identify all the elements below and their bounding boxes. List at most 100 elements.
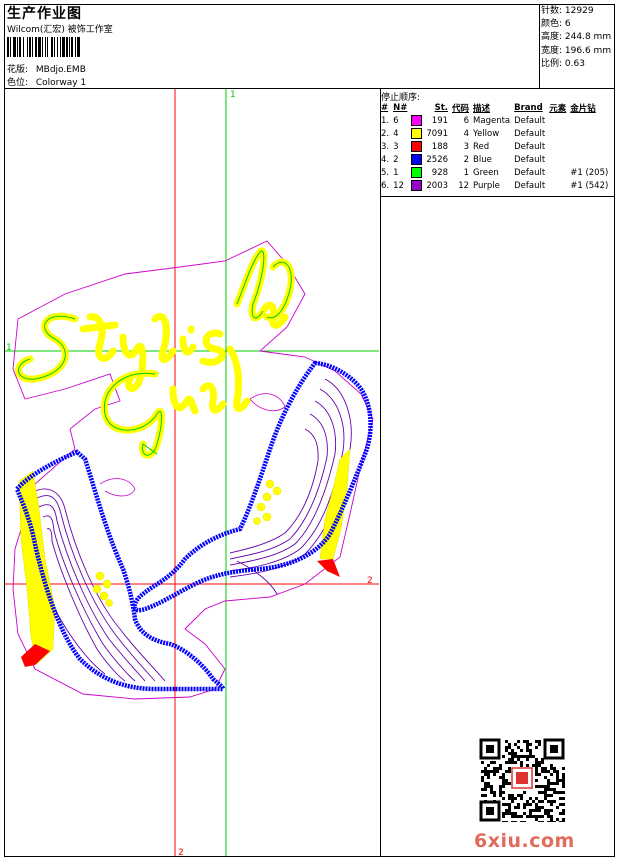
cell-st: 191 [431, 115, 449, 126]
cell-st: 2526 [426, 154, 449, 165]
cell-n: 1 [393, 167, 399, 178]
stat-label: 颜色: [541, 19, 563, 30]
cell-desc: Magenta [473, 115, 511, 126]
cell-index: 6. [381, 180, 390, 191]
cell-swatch [410, 127, 425, 140]
guide-label-red-h: 2 [367, 576, 373, 586]
color-swatch [411, 115, 423, 126]
cell-desc: Green [473, 167, 499, 178]
cell-sequin: #1 (542) [570, 180, 609, 191]
color-swatch [411, 141, 423, 152]
color-swatch [411, 180, 423, 191]
embroidery-design-preview: 1 1 2 2 [5, 89, 379, 856]
cell-st: 7091 [426, 128, 449, 139]
design-file-label: 花版: [7, 65, 29, 75]
red-heel-right [317, 559, 340, 577]
cell-index: 1. [381, 115, 390, 126]
cell-st: 928 [431, 167, 449, 178]
cell-index: 5. [381, 167, 390, 178]
cell-st: 188 [431, 141, 449, 152]
qr-stamp-logo [516, 772, 528, 784]
stat-row: 宽度: 196.6 mm [541, 45, 611, 58]
colorway-row: 色位: Colorway 1 [7, 75, 86, 88]
cell-brand: Default [514, 128, 546, 139]
guide-label-red-v: 2 [178, 848, 184, 856]
cell-swatch [410, 140, 425, 153]
col-desc: 描述 [473, 103, 491, 114]
stat-row: 高度: 244.8 mm [541, 31, 611, 44]
cell-element [548, 114, 569, 127]
cell-element [548, 153, 569, 166]
stat-value: 244.8 mm [564, 32, 612, 43]
subtitle: Wilcom(汇宏) 被饰工作室 [7, 25, 113, 35]
table-row: 3. 3 188 3 Red Default [380, 140, 611, 153]
cell-swatch [410, 153, 425, 166]
col-element: 元素 [549, 103, 567, 114]
cell-sequin [569, 114, 611, 127]
table-row: 1. 6 191 6 Magenta Default [380, 114, 611, 127]
cell-desc: Blue [473, 154, 492, 165]
cell-brand: Default [514, 167, 546, 178]
colorway-value: Colorway 1 [35, 78, 87, 88]
cell-element [548, 140, 569, 153]
design-file-value: MBdjo.EMB [35, 65, 86, 75]
cell-code: 2 [463, 154, 470, 165]
cell-code: 4 [463, 128, 470, 139]
cell-swatch [410, 114, 425, 127]
stat-row: 针数: 12929 [541, 5, 611, 18]
cell-index: 3. [381, 141, 390, 152]
stops-divider [380, 196, 615, 197]
stop-sequence-table: # N# St. 代码 描述 Brand 元素 金片钻 1. 6 191 6 Magen… [380, 101, 611, 192]
barcode-image [7, 37, 80, 57]
cell-n: 6 [393, 115, 399, 126]
cell-brand: Default [514, 154, 546, 165]
green-lettering-centerline [18, 250, 292, 456]
cell-swatch [410, 166, 425, 179]
cell-swatch [410, 179, 425, 192]
table-row: 5. 1 928 1 Green Default #1 (205) [380, 166, 611, 179]
page-title: 生产作业图 [7, 6, 82, 22]
color-swatch [411, 154, 423, 165]
cell-desc: Red [473, 141, 490, 152]
design-file-row: 花版: MBdjo.EMB [7, 62, 86, 75]
cell-brand: Default [514, 115, 546, 126]
table-row: 6. 12 2003 12 Purple Default #1 (542) [380, 179, 611, 192]
colorway-label: 色位: [7, 78, 29, 88]
cell-desc: Purple [473, 180, 500, 191]
cell-desc: Yellow [473, 128, 500, 139]
stat-row: 比例: 0.63 [541, 58, 611, 71]
color-swatch [411, 128, 423, 139]
qr-code [479, 738, 565, 822]
cell-element [548, 179, 569, 192]
cell-n: 2 [393, 154, 399, 165]
cell-n: 4 [393, 128, 399, 139]
stat-label: 针数: [541, 6, 563, 16]
stats-divider [539, 5, 540, 88]
cell-sequin [569, 153, 611, 166]
stats-panel: 针数: 12929 颜色: 6 高度: 244.8 mm 宽度: 196.6 m… [541, 5, 611, 71]
col-swatch [410, 101, 425, 114]
stat-label: 比例: [541, 58, 563, 69]
cell-index: 2. [381, 128, 390, 139]
cell-code: 12 [458, 180, 470, 191]
stat-value: 12929 [564, 6, 594, 16]
stat-label: 高度: [541, 32, 563, 43]
cell-code: 3 [463, 141, 470, 152]
cell-brand: Default [514, 141, 546, 152]
color-swatch [411, 167, 423, 178]
col-st: St. [434, 102, 449, 113]
col-code: 代码 [452, 103, 470, 114]
stat-row: 颜色: 6 [541, 18, 611, 31]
col-index: # [381, 102, 389, 113]
col-sequin: 金片钻 [570, 103, 596, 114]
design-divider [380, 89, 381, 856]
cell-element [548, 166, 569, 179]
yellow-heel-left [18, 470, 56, 665]
stat-value: 6 [564, 19, 571, 30]
yellow-flower-right [253, 479, 282, 525]
cell-st: 2003 [426, 180, 449, 191]
stat-label: 宽度: [541, 45, 563, 56]
cell-code: 6 [463, 115, 470, 126]
cell-sequin [569, 127, 611, 140]
cell-index: 4. [381, 154, 390, 165]
